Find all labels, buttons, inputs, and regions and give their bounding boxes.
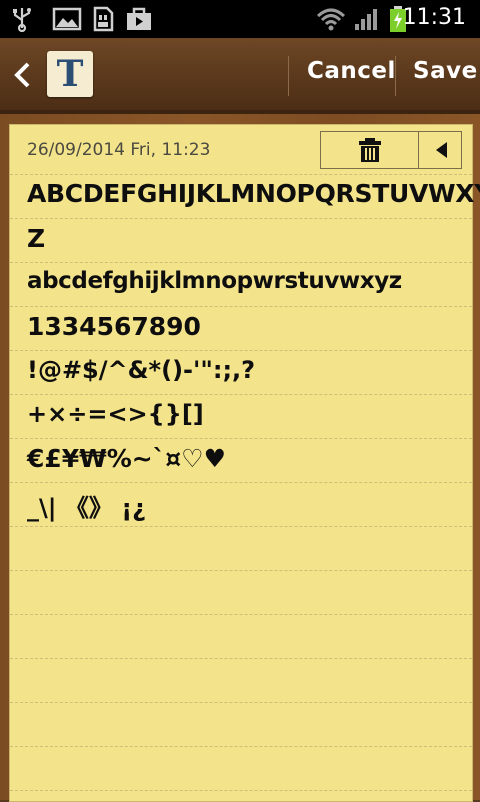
clock: 11:31 <box>402 5 466 30</box>
save-button[interactable]: Save <box>413 58 478 84</box>
chevron-left-icon[interactable] <box>10 60 34 90</box>
note-text-line: 1334567890 <box>27 312 201 341</box>
note-text-line: +×÷=<>{}[] <box>27 400 204 428</box>
note-text-line: €£¥₩%~`¤♡♥ <box>27 444 226 473</box>
image-icon <box>52 7 82 31</box>
app-icon-letter: T <box>56 53 84 95</box>
divider <box>395 56 396 96</box>
note-page[interactable]: 26/09/2014 Fri, 11:23 ABCDEFGHIJKLMNOPQR… <box>9 124 480 802</box>
wifi-icon <box>316 8 346 31</box>
note-text-line: !@#$/^&*()-'":;,? <box>27 356 256 384</box>
bag-icon <box>127 7 151 30</box>
action-bar: T Cancel Save <box>0 38 480 114</box>
note-toolbar <box>320 131 462 169</box>
note-datetime: 26/09/2014 Fri, 11:23 <box>27 140 211 160</box>
usb-icon <box>13 8 31 32</box>
toolbar-divider <box>418 132 419 168</box>
cancel-button[interactable]: Cancel <box>307 58 396 84</box>
arrow-left-icon[interactable] <box>433 141 451 159</box>
note-text-line: ABCDEFGHIJKLMNOPQRSTUVWXY <box>27 179 480 208</box>
app-icon[interactable]: T <box>47 51 93 97</box>
note-text-line: _\| 《》 ¡¿ <box>27 494 147 522</box>
signal-icon <box>355 9 377 30</box>
status-bar: 11:31 <box>0 0 480 38</box>
sd-card-icon <box>93 6 114 32</box>
note-text-line: abcdefghijklmnopwrstuvwxyz <box>27 268 402 294</box>
note-text-line: Z <box>27 224 46 253</box>
divider <box>288 56 289 96</box>
trash-icon[interactable] <box>357 137 383 163</box>
